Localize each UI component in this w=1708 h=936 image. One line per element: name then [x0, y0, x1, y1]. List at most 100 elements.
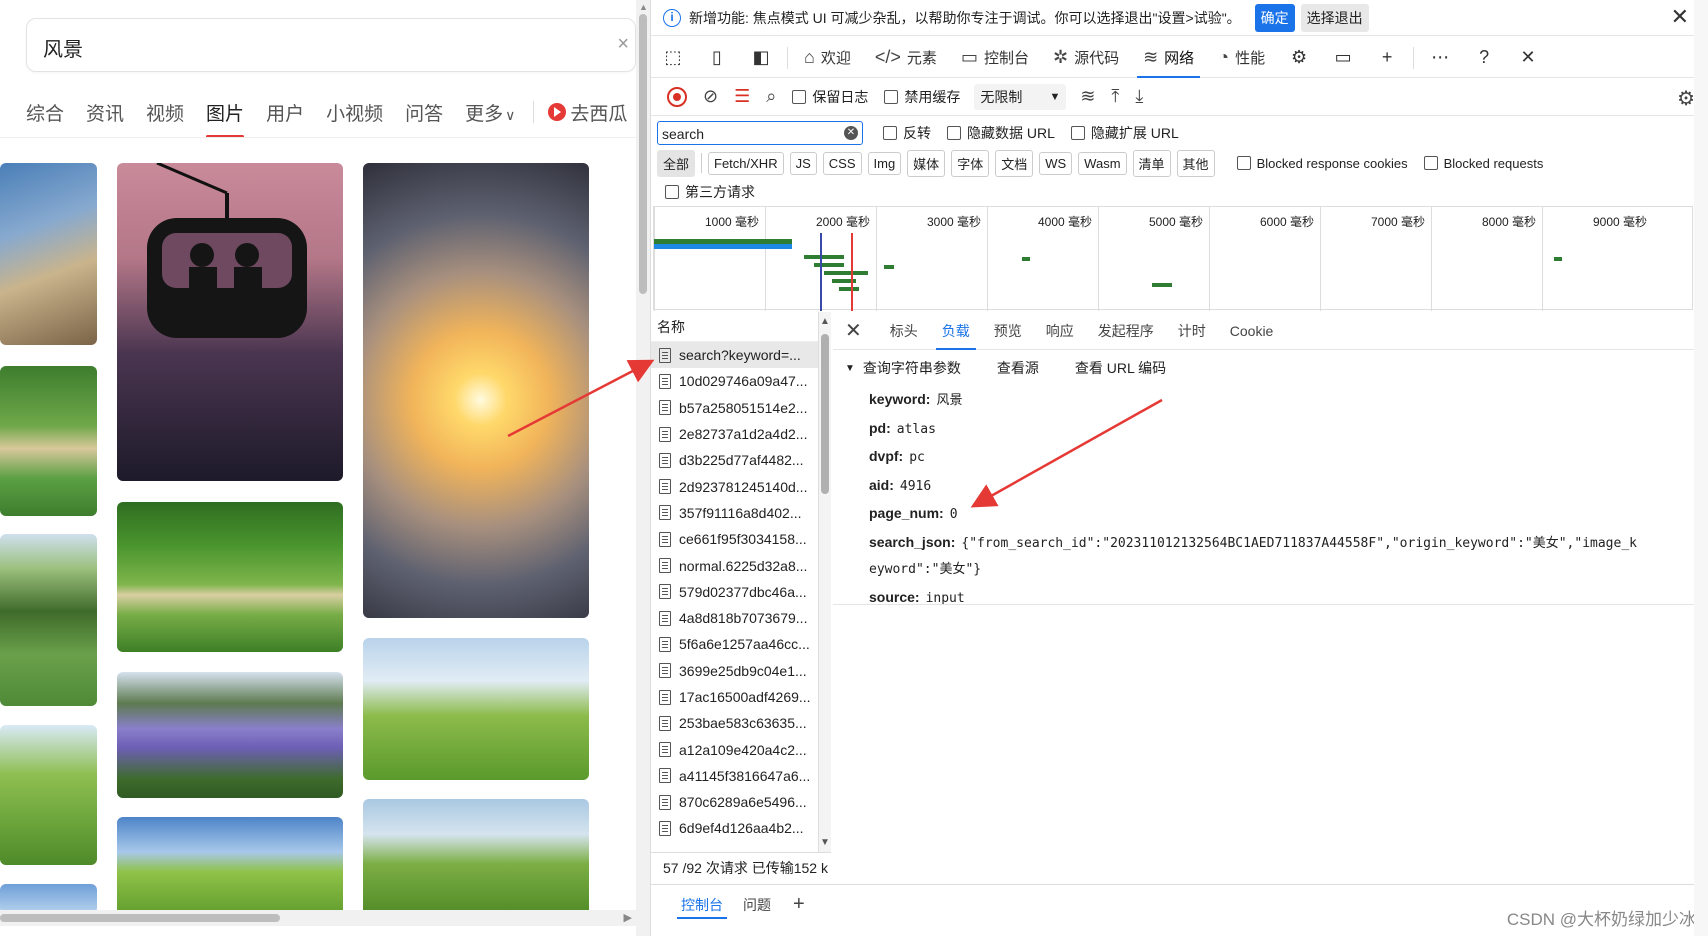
filter-icon[interactable]: ☰ — [734, 86, 750, 107]
type-filter-js[interactable]: JS — [789, 151, 817, 175]
request-row[interactable]: 10d029746a09a47... — [651, 368, 818, 394]
view-url-encoded-link[interactable]: 查看 URL 编码 — [1075, 358, 1166, 378]
page-vertical-scrollbar[interactable]: ▲ — [636, 0, 650, 936]
request-row[interactable]: 2e82737a1d2a4d2... — [651, 421, 818, 447]
drawer-tab-console[interactable]: 控制台 — [671, 885, 733, 925]
tab-news[interactable]: 资讯 — [86, 99, 124, 126]
tab-initiator[interactable]: 发起程序 — [1086, 312, 1166, 350]
scrollbar-thumb[interactable] — [821, 334, 829, 494]
result-image[interactable] — [117, 817, 343, 917]
tab-images[interactable]: 图片 — [206, 99, 245, 138]
import-icon[interactable]: ⤒ — [1111, 86, 1119, 107]
request-list-scrollbar[interactable]: ▲ ▼ — [819, 312, 831, 852]
request-row[interactable]: d3b225d77af4482... — [651, 447, 818, 473]
search-icon[interactable]: ⌕ — [766, 86, 776, 107]
close-detail-icon[interactable]: ✕ — [845, 318, 862, 343]
request-row[interactable]: 253bae583c63635... — [651, 710, 818, 736]
scrollbar-thumb[interactable] — [639, 14, 647, 294]
type-filter-ws[interactable]: WS — [1039, 151, 1073, 175]
tab-all[interactable]: 综合 — [26, 99, 64, 126]
request-row[interactable]: ce661f95f3034158... — [651, 526, 818, 552]
result-image[interactable] — [117, 672, 343, 798]
confirm-button[interactable]: 确定 — [1254, 3, 1295, 32]
type-filter-media[interactable]: 媒体 — [907, 149, 946, 177]
request-row[interactable]: 357f91116a8d402... — [651, 500, 818, 526]
type-filter-css[interactable]: CSS — [822, 151, 862, 175]
view-source-link[interactable]: 查看源 — [997, 358, 1039, 378]
type-filter-all[interactable]: 全部 — [657, 149, 696, 177]
request-row[interactable]: search?keyword=... — [651, 342, 818, 369]
tab-video[interactable]: 视频 — [146, 99, 184, 126]
scroll-up-icon[interactable]: ▲ — [820, 316, 830, 327]
result-image[interactable] — [0, 534, 97, 706]
clear-filter-icon[interactable]: ✕ — [844, 126, 858, 140]
filter-input[interactable]: search ✕ — [657, 121, 863, 145]
panel-icon[interactable]: ▭ — [1329, 44, 1357, 72]
clear-icon[interactable]: × — [617, 33, 629, 56]
tab-network[interactable]: ≋ 网络 — [1131, 38, 1206, 78]
type-filter-manifest[interactable]: 清单 — [1132, 149, 1171, 177]
tab-headers[interactable]: 标头 — [878, 312, 930, 350]
type-filter-fetch-xhr[interactable]: Fetch/XHR — [708, 151, 784, 175]
inspect-icon[interactable]: ⬚ — [659, 44, 687, 72]
page-horizontal-scrollbar[interactable]: ▶ — [0, 910, 636, 926]
result-image[interactable] — [0, 725, 97, 865]
disable-cache-checkbox[interactable]: 禁用缓存 — [884, 87, 960, 107]
tab-elements[interactable]: </> 元素 — [863, 38, 949, 78]
request-row[interactable]: 17ac16500adf4269... — [651, 684, 818, 710]
name-column-header[interactable]: 名称 — [651, 312, 818, 342]
throttle-select[interactable]: 无限制 ▼ — [974, 83, 1067, 110]
result-image[interactable] — [0, 163, 97, 345]
request-row[interactable]: b57a258051514e2... — [651, 395, 818, 421]
request-row[interactable]: 870c6289a6e5496... — [651, 789, 818, 815]
type-filter-wasm[interactable]: Wasm — [1078, 151, 1127, 175]
tab-console[interactable]: ▭ 控制台 — [949, 38, 1041, 78]
result-image[interactable] — [363, 163, 589, 618]
opt-out-button[interactable]: 选择退出 — [1300, 3, 1369, 32]
network-conditions-icon[interactable]: ≋ — [1080, 86, 1095, 107]
request-row[interactable]: 3699e25db9c04e1... — [651, 658, 818, 684]
add-tool-icon[interactable]: + — [1373, 44, 1401, 72]
clear-log-icon[interactable]: ⊘ — [703, 86, 718, 107]
blocked-cookies-checkbox[interactable]: Blocked response cookies — [1236, 156, 1408, 171]
type-filter-other[interactable]: 其他 — [1176, 149, 1215, 177]
request-row[interactable]: a41145f3816647a6... — [651, 763, 818, 789]
help-icon[interactable]: ? — [1470, 44, 1498, 72]
tab-welcome[interactable]: ⌂ 欢迎 — [792, 38, 863, 78]
type-filter-doc[interactable]: 文档 — [995, 149, 1034, 177]
request-row[interactable]: a12a109e420a4c2... — [651, 736, 818, 762]
preserve-log-checkbox[interactable]: 保留日志 — [792, 87, 868, 107]
hide-data-urls-checkbox[interactable]: 隐藏数据 URL — [947, 123, 1055, 143]
type-filter-font[interactable]: 字体 — [951, 149, 990, 177]
tab-short-video[interactable]: 小视频 — [326, 99, 383, 126]
dock-icon[interactable]: ◧ — [747, 44, 775, 72]
third-party-checkbox[interactable]: 第三方请求 — [665, 182, 755, 202]
request-row[interactable]: 4a8d818b7073679... — [651, 605, 818, 631]
tab-preview[interactable]: 预览 — [982, 312, 1034, 350]
tab-response[interactable]: 响应 — [1034, 312, 1086, 350]
close-icon[interactable]: ✕ — [1671, 4, 1689, 30]
scroll-up-icon[interactable]: ▲ — [639, 2, 648, 12]
network-settings-gear-icon[interactable]: ⚙ — [1677, 86, 1695, 111]
request-row[interactable]: normal.6225d32a8... — [651, 552, 818, 578]
more-options-icon[interactable]: ⋯ — [1426, 44, 1454, 72]
scroll-down-icon[interactable]: ▼ — [820, 837, 830, 848]
result-image[interactable] — [363, 799, 589, 917]
invert-checkbox[interactable]: 反转 — [883, 123, 931, 143]
type-filter-img[interactable]: Img — [867, 151, 902, 175]
result-image[interactable] — [117, 163, 343, 481]
tab-timing[interactable]: 计时 — [1166, 312, 1218, 350]
tab-performance[interactable]: ◔ 性能 — [1206, 38, 1277, 78]
scrollbar-thumb[interactable] — [0, 914, 280, 922]
request-row[interactable]: 6d9ef4d126aa4b2... — [651, 815, 818, 841]
tab-payload[interactable]: 负载 — [930, 312, 982, 350]
request-row[interactable]: 2d923781245140d... — [651, 473, 818, 499]
device-toolbar-icon[interactable]: ▯ — [703, 44, 731, 72]
search-input[interactable]: 风景 × — [26, 18, 636, 72]
export-icon[interactable]: ⤓ — [1135, 86, 1143, 107]
tab-users[interactable]: 用户 — [266, 99, 304, 126]
add-drawer-tab-icon[interactable]: + — [793, 893, 805, 916]
hide-extension-urls-checkbox[interactable]: 隐藏扩展 URL — [1070, 123, 1179, 143]
query-params-header[interactable]: ▼ 查询字符串参数 查看源 查看 URL 编码 — [833, 350, 1697, 386]
scroll-right-icon[interactable]: ▶ — [624, 911, 632, 924]
